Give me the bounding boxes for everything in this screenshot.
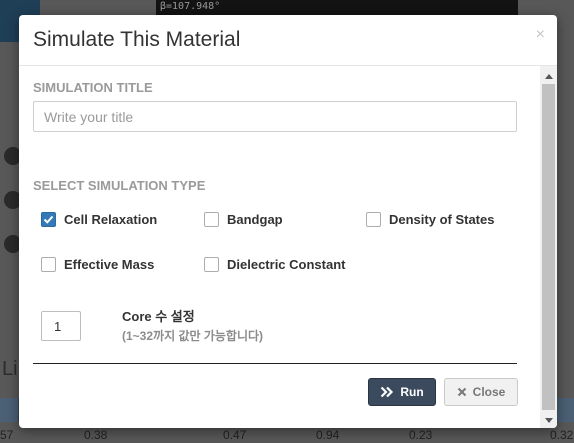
- background-list-heading: Li: [2, 358, 18, 380]
- core-count-label: Core 수 설정: [122, 309, 195, 324]
- simulate-material-dialog: Simulate This Material × SIMULATION TITL…: [19, 15, 557, 428]
- simulation-title-input[interactable]: [33, 101, 517, 132]
- checkbox-icon[interactable]: [41, 257, 56, 272]
- double-chevron-right-icon: [380, 386, 394, 398]
- scrollbar-thumb[interactable]: [542, 84, 555, 410]
- background-cell: 0.23: [409, 428, 433, 442]
- background-cell: 57: [0, 428, 14, 442]
- checkbox-icon[interactable]: [204, 257, 219, 272]
- run-button-label: Run: [400, 385, 424, 399]
- run-button[interactable]: Run: [368, 378, 436, 406]
- background-cell: 0.38: [84, 428, 108, 442]
- scroll-up-arrow-icon[interactable]: [540, 68, 557, 84]
- dialog-header: Simulate This Material ×: [19, 15, 557, 66]
- footer-divider: [33, 363, 517, 364]
- close-button[interactable]: Close: [444, 378, 518, 406]
- core-count-input[interactable]: [41, 311, 81, 341]
- background-cell: 0.32: [550, 428, 574, 442]
- scroll-down-arrow-icon[interactable]: [540, 412, 557, 428]
- dialog-title: Simulate This Material: [33, 28, 241, 51]
- checkbox-icon[interactable]: [204, 212, 219, 227]
- option-dielectric-constant[interactable]: Dielectric Constant: [204, 257, 345, 272]
- viewer-angle-text: β=107.948°: [160, 1, 221, 12]
- option-density-of-states[interactable]: Density of States: [366, 212, 494, 227]
- option-label: Effective Mass: [64, 257, 155, 272]
- background-table-header-edge: [556, 398, 574, 422]
- background-table-header-edge: [0, 398, 18, 422]
- background-cell: 0.94: [316, 428, 340, 442]
- checkbox-checked-icon[interactable]: [41, 212, 56, 227]
- option-effective-mass[interactable]: Effective Mass: [41, 257, 154, 272]
- checkbox-icon[interactable]: [366, 212, 381, 227]
- core-count-hint: (1~32까지 값만 가능합니다): [122, 329, 264, 343]
- close-button-label: Close: [472, 385, 506, 399]
- dialog-close-icon[interactable]: ×: [536, 26, 545, 44]
- option-label: Dielectric Constant: [227, 257, 346, 272]
- background-cell: 0.47: [223, 428, 247, 442]
- simulation-type-label: SELECT SIMULATION TYPE: [33, 178, 206, 193]
- dialog-scrollbar[interactable]: [540, 66, 557, 428]
- simulation-title-label: SIMULATION TITLE: [33, 80, 153, 95]
- option-label: Bandgap: [227, 212, 283, 227]
- option-bandgap[interactable]: Bandgap: [204, 212, 283, 227]
- close-icon: [457, 387, 467, 397]
- option-cell-relaxation[interactable]: Cell Relaxation: [41, 212, 157, 227]
- option-label: Cell Relaxation: [64, 212, 158, 227]
- option-label: Density of States: [389, 212, 495, 227]
